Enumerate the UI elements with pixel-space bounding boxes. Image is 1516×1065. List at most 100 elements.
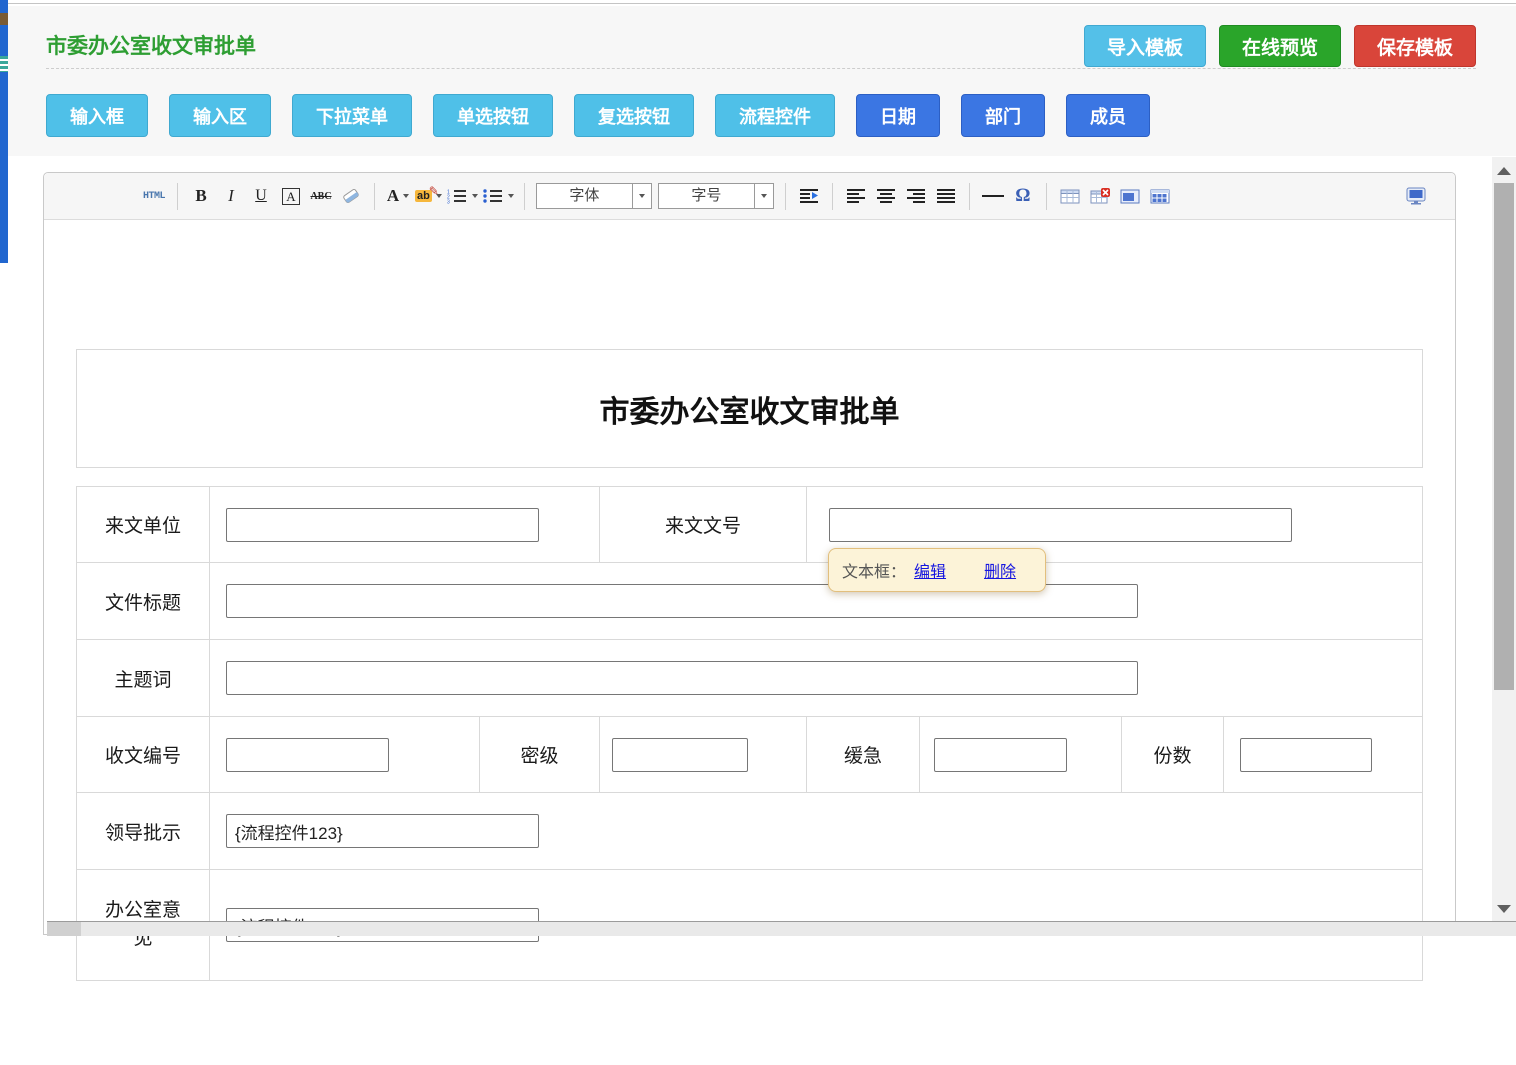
background-window-mark bbox=[0, 13, 8, 25]
edit-control-link[interactable]: 编辑 bbox=[914, 558, 946, 582]
toolbar-separator bbox=[524, 183, 525, 210]
align-right-icon[interactable] bbox=[903, 182, 929, 210]
editor-content[interactable]: 市委办公室收文审批单 来文单位 来文文号 文件标题 主题词 bbox=[44, 349, 1455, 1065]
add-checkbox-button[interactable]: 复选按钮 bbox=[574, 94, 694, 137]
bottom-window-edge-chunk bbox=[47, 922, 81, 936]
source-unit-input[interactable] bbox=[226, 508, 539, 542]
vertical-scrollbar[interactable] bbox=[1492, 157, 1516, 921]
document-form-table: 来文单位 来文文号 文件标题 主题词 bbox=[76, 486, 1423, 981]
add-department-button[interactable]: 部门 bbox=[961, 94, 1045, 137]
scroll-down-arrow-icon[interactable] bbox=[1497, 905, 1511, 913]
window-top-edge bbox=[0, 3, 1516, 4]
editor-toolbar: HTML B I U A ABC A ab✎ 123 字体 字号 bbox=[44, 173, 1455, 220]
tooltip-label: 文本框： bbox=[842, 558, 906, 582]
add-date-button[interactable]: 日期 bbox=[856, 94, 940, 137]
toolbar-separator bbox=[1046, 183, 1047, 210]
ordered-list-icon[interactable]: 123 bbox=[446, 182, 478, 210]
add-input-box-button[interactable]: 输入框 bbox=[46, 94, 148, 137]
header-panel: 市委办公室收文审批单 导入模板 在线预览 保存模板 输入框 输入区 下拉菜单 单… bbox=[8, 6, 1516, 156]
add-dropdown-button[interactable]: 下拉菜单 bbox=[292, 94, 412, 137]
field-label-doc-number: 来文文号 bbox=[600, 487, 807, 562]
document-title: 市委办公室收文审批单 bbox=[600, 387, 900, 431]
add-textarea-button[interactable]: 输入区 bbox=[169, 94, 271, 137]
field-cell bbox=[920, 717, 1122, 792]
field-label-receipt-number: 收文编号 bbox=[77, 717, 210, 792]
align-center-icon[interactable] bbox=[873, 182, 899, 210]
delete-control-link[interactable]: 删除 bbox=[984, 558, 1016, 582]
secrecy-input[interactable] bbox=[612, 738, 748, 772]
field-label-source-unit: 来文单位 bbox=[77, 487, 210, 562]
chevron-down-icon[interactable] bbox=[754, 184, 773, 208]
font-family-select[interactable]: 字体 bbox=[536, 183, 652, 209]
toolbar-separator bbox=[969, 183, 970, 210]
field-cell bbox=[210, 717, 480, 792]
horizontal-rule-icon[interactable] bbox=[980, 182, 1006, 210]
rich-text-editor: HTML B I U A ABC A ab✎ 123 字体 字号 bbox=[43, 172, 1456, 935]
field-label-leader-comment: 领导批示 bbox=[77, 793, 210, 869]
insert-table-icon[interactable] bbox=[1057, 182, 1083, 210]
bold-icon[interactable]: B bbox=[188, 182, 214, 210]
align-left-icon[interactable] bbox=[843, 182, 869, 210]
italic-icon[interactable]: I bbox=[218, 182, 244, 210]
background-window-sliver bbox=[0, 0, 8, 263]
add-member-button[interactable]: 成员 bbox=[1066, 94, 1150, 137]
document-title-box: 市委办公室收文审批单 bbox=[76, 349, 1423, 468]
background-window-mark bbox=[0, 56, 8, 72]
scrollbar-thumb[interactable] bbox=[1494, 183, 1514, 690]
field-label-secrecy: 密级 bbox=[480, 717, 600, 792]
field-label-keywords: 主题词 bbox=[77, 640, 210, 716]
toolbar-separator bbox=[785, 183, 786, 210]
save-template-button[interactable]: 保存模板 bbox=[1354, 25, 1476, 67]
header-actions: 导入模板 在线预览 保存模板 bbox=[1084, 25, 1476, 67]
field-cell bbox=[210, 487, 600, 562]
highlight-color-icon[interactable]: ab✎ bbox=[415, 182, 442, 210]
toolbar-separator bbox=[832, 183, 833, 210]
indent-icon[interactable] bbox=[796, 182, 822, 210]
add-radio-button[interactable]: 单选按钮 bbox=[433, 94, 553, 137]
field-label-doc-title: 文件标题 bbox=[77, 563, 210, 639]
toolbar-separator bbox=[177, 183, 178, 210]
add-flow-control-button[interactable]: 流程控件 bbox=[715, 94, 835, 137]
unordered-list-icon[interactable] bbox=[482, 182, 514, 210]
table-row: 主题词 bbox=[77, 640, 1422, 717]
html-source-icon[interactable]: HTML bbox=[141, 182, 167, 210]
font-color-icon[interactable]: A bbox=[385, 182, 411, 210]
bottom-window-edge bbox=[47, 921, 1516, 936]
field-label-urgency: 缓急 bbox=[807, 717, 920, 792]
table-row: 领导批示 bbox=[77, 793, 1422, 870]
chevron-down-icon[interactable] bbox=[632, 184, 651, 208]
receipt-number-input[interactable] bbox=[226, 738, 389, 772]
strikethrough-icon[interactable]: ABC bbox=[308, 182, 334, 210]
field-cell bbox=[210, 563, 1422, 639]
table-properties-icon[interactable] bbox=[1117, 182, 1143, 210]
underline-icon[interactable]: U bbox=[248, 182, 274, 210]
font-size-select[interactable]: 字号 bbox=[658, 183, 774, 209]
keywords-input[interactable] bbox=[226, 661, 1138, 695]
component-button-row: 输入框 输入区 下拉菜单 单选按钮 复选按钮 流程控件 日期 部门 成员 bbox=[46, 94, 1150, 137]
font-family-value: 字体 bbox=[537, 184, 632, 208]
fullscreen-icon[interactable] bbox=[1403, 182, 1429, 210]
cell-properties-icon[interactable] bbox=[1147, 182, 1173, 210]
table-row: 来文单位 来文文号 bbox=[77, 487, 1422, 563]
table-row: 收文编号 密级 缓急 份数 bbox=[77, 717, 1422, 793]
field-cell bbox=[210, 640, 1422, 716]
delete-table-icon[interactable] bbox=[1087, 182, 1113, 210]
field-cell bbox=[1224, 717, 1422, 792]
leader-comment-input[interactable] bbox=[226, 814, 539, 848]
import-template-button[interactable]: 导入模板 bbox=[1084, 25, 1206, 67]
special-character-icon[interactable]: Ω bbox=[1010, 182, 1036, 210]
align-justify-icon[interactable] bbox=[933, 182, 959, 210]
scroll-up-arrow-icon[interactable] bbox=[1497, 167, 1511, 175]
field-label-copies: 份数 bbox=[1122, 717, 1224, 792]
urgency-input[interactable] bbox=[934, 738, 1067, 772]
table-row: 文件标题 bbox=[77, 563, 1422, 640]
control-edit-tooltip: 文本框： 编辑 删除 bbox=[828, 548, 1046, 592]
copies-input[interactable] bbox=[1240, 738, 1372, 772]
toolbar-separator bbox=[374, 183, 375, 210]
char-border-icon[interactable]: A bbox=[278, 182, 304, 210]
field-cell bbox=[600, 717, 807, 792]
doc-number-input[interactable] bbox=[829, 508, 1292, 542]
remove-format-eraser-icon[interactable] bbox=[338, 182, 364, 210]
page-title: 市委办公室收文审批单 bbox=[46, 30, 256, 60]
online-preview-button[interactable]: 在线预览 bbox=[1219, 25, 1341, 67]
